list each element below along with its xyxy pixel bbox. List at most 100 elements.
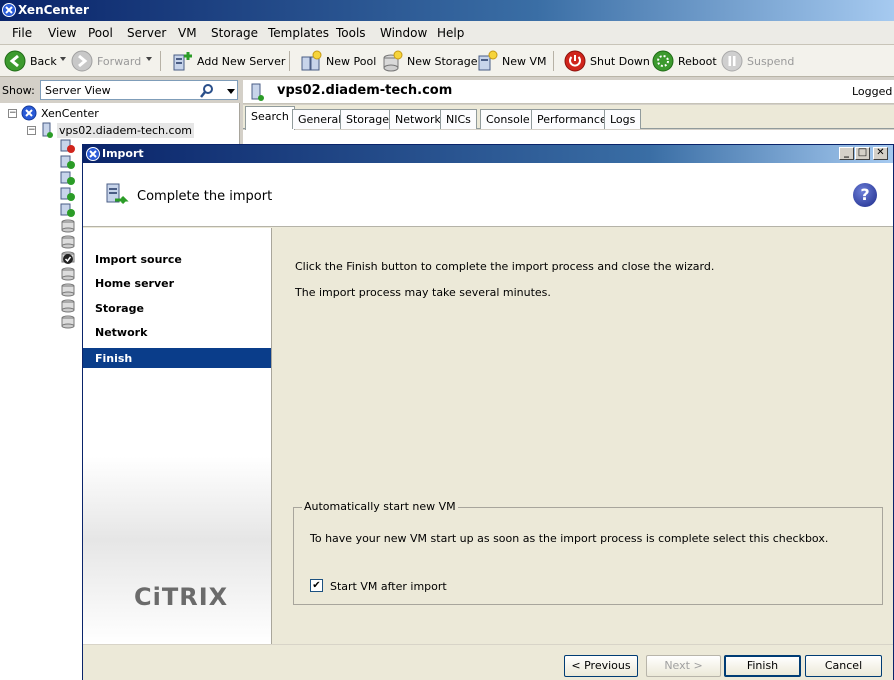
maximize-button[interactable]: □ [855,147,870,160]
server-icon [42,122,53,138]
minimize-button[interactable]: _ [839,147,854,160]
vm-running-icon[interactable] [60,187,78,201]
collapse-icon[interactable]: − [8,108,17,118]
new-vm-button[interactable]: New VM [476,49,547,73]
new-storage-button[interactable]: New Storage [381,49,478,73]
tab-performance[interactable]: Performance [531,109,613,129]
dialog-title: Import [102,147,144,160]
tab-search[interactable]: Search [245,106,295,130]
main-toolbar: Back Forward Add New Server New Pool New… [0,45,894,77]
storage-icon[interactable] [60,299,78,313]
menu-templates[interactable]: Templates [268,26,329,40]
suspend-button[interactable]: Suspend [721,49,794,73]
help-icon[interactable]: ? [853,183,877,207]
tab-network[interactable]: Network [389,109,447,129]
tree-node-server[interactable]: − vps02.diadem-tech.com [27,122,195,138]
shut-down-label: Shut Down [590,54,650,68]
tab-nics[interactable]: NICs [440,109,477,129]
shut-down-button[interactable]: Shut Down [564,49,650,73]
toolbar-separator [553,51,554,71]
menu-view[interactable]: View [48,26,76,40]
menu-vm[interactable]: VM [178,26,197,40]
step-import-source[interactable]: Import source [83,249,271,269]
forward-arrow-icon [71,50,93,72]
tab-console[interactable]: Console [480,109,536,129]
pause-icon [721,50,743,72]
new-pool-label: New Pool [326,54,377,68]
logged-in-status: Logged in [852,85,894,98]
reboot-icon [652,50,674,72]
new-pool-icon [301,50,322,71]
xencenter-logo-icon [2,3,16,17]
menu-pool[interactable]: Pool [88,26,113,40]
citrix-logo: CiTRIX [134,583,229,611]
wizard-header: Complete the import ? [83,163,893,227]
new-vm-icon [478,50,498,71]
forward-button[interactable]: Forward [71,49,141,73]
vm-running-icon[interactable] [60,171,78,185]
tab-storage[interactable]: Storage [340,109,396,129]
show-label: Show: [2,84,35,97]
storage-icon[interactable] [60,235,78,249]
previous-button[interactable]: < Previous [564,655,638,677]
step-network[interactable]: Network [83,322,271,342]
menu-server[interactable]: Server [127,26,166,40]
storage-icon[interactable] [60,267,78,281]
vm-halted-icon[interactable] [60,139,78,153]
xencenter-logo-icon [86,147,100,161]
toolbar-separator [289,51,290,71]
reboot-button[interactable]: Reboot [652,49,717,73]
step-storage[interactable]: Storage [83,298,271,318]
back-dropdown-icon[interactable] [60,57,66,61]
menu-storage[interactable]: Storage [211,26,258,40]
back-arrow-icon [4,50,26,72]
menu-file[interactable]: File [12,26,32,40]
collapse-icon[interactable]: − [27,125,36,135]
tree-server-label: vps02.diadem-tech.com [57,122,195,138]
add-new-server-button[interactable]: Add New Server [171,49,285,73]
step-home-server[interactable]: Home server [83,273,271,293]
new-storage-label: New Storage [407,54,478,68]
tab-logs[interactable]: Logs [604,109,642,129]
back-label: Back [30,54,57,68]
close-button[interactable]: ✕ [873,147,888,160]
new-pool-button[interactable]: New Pool [300,49,376,73]
cancel-button[interactable]: Cancel [805,655,882,677]
menu-window[interactable]: Window [380,26,427,40]
duration-note: The import process may take several minu… [295,286,551,299]
forward-dropdown-icon[interactable] [146,57,152,61]
wizard-page-title: Complete the import [137,189,273,204]
tab-strip: Search General Storage Network NICs Cons… [243,105,894,130]
vm-running-icon[interactable] [60,203,78,217]
storage-icon[interactable] [60,219,78,233]
storage-icon[interactable] [60,315,78,329]
finish-instruction: Click the Finish button to complete the … [295,260,715,273]
chevron-down-icon[interactable] [227,89,235,94]
reboot-label: Reboot [678,54,717,68]
menu-tools[interactable]: Tools [336,26,366,40]
add-new-server-label: Add New Server [197,54,286,68]
next-button[interactable]: Next > [646,655,721,677]
default-storage-icon[interactable] [60,251,78,265]
menu-help[interactable]: Help [437,26,464,40]
start-vm-checkbox[interactable]: ✔ [310,579,323,592]
forward-label: Forward [97,54,142,68]
finish-button[interactable]: Finish [724,655,801,677]
main-titlebar: XenCenter [0,0,894,21]
back-button[interactable]: Back [4,49,57,73]
wizard-content: Click the Finish button to complete the … [273,228,893,644]
auto-start-group-title: Automatically start new VM [302,500,458,513]
vm-running-icon[interactable] [60,155,78,169]
step-finish[interactable]: Finish [83,348,271,368]
tree-node-xencenter[interactable]: − XenCenter [8,105,99,121]
auto-start-group: Automatically start new VM To have your … [293,500,883,605]
new-storage-icon [383,50,403,72]
start-vm-label[interactable]: Start VM after import [330,580,447,593]
new-vm-label: New VM [502,54,547,68]
search-icon[interactable] [199,83,215,99]
server-title: vps02.diadem-tech.com [277,83,453,98]
dialog-titlebar: Import _ □ ✕ [83,145,893,163]
view-select[interactable]: Server View [40,80,238,100]
storage-icon[interactable] [60,283,78,297]
auto-start-description: To have your new VM start up as soon as … [310,532,829,545]
